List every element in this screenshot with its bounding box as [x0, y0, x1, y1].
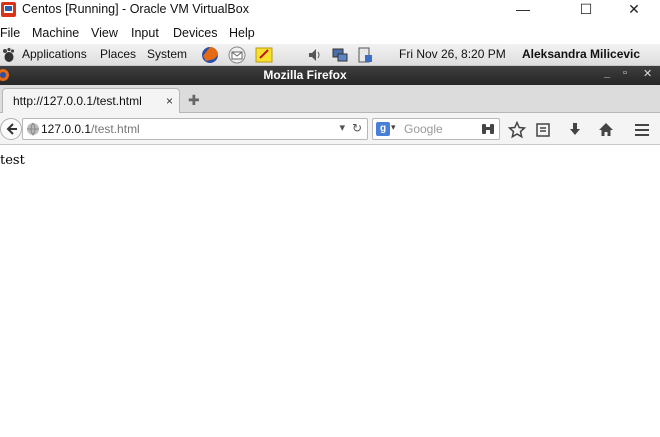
back-arrow-icon	[6, 123, 17, 135]
back-button[interactable]	[0, 118, 22, 140]
bookmarks-menu-icon[interactable]	[534, 121, 552, 139]
search-binoculars-icon[interactable]	[480, 121, 496, 137]
search-bar[interactable]: g ▾ Google	[372, 118, 500, 140]
update-notifier-icon[interactable]	[356, 46, 374, 64]
navigation-toolbar: 127.0.0.1/test.html ▾ ↻ g ▾ Google	[0, 113, 660, 145]
url-path: /test.html	[91, 122, 140, 136]
menu-hamburger-icon[interactable]	[633, 121, 651, 139]
notes-launcher-icon[interactable]	[255, 46, 273, 64]
url-text[interactable]: 127.0.0.1/test.html	[41, 122, 140, 136]
ff-minimize-button[interactable]: _	[604, 67, 610, 79]
menu-view[interactable]: View	[91, 26, 118, 40]
bookmark-star-icon[interactable]	[508, 121, 526, 139]
google-engine-icon[interactable]: g	[376, 122, 390, 136]
menu-help[interactable]: Help	[229, 26, 255, 40]
menu-devices[interactable]: Devices	[173, 26, 217, 40]
mail-launcher-icon[interactable]	[228, 46, 246, 64]
menu-input[interactable]: Input	[131, 26, 159, 40]
applications-menu[interactable]: Applications	[22, 47, 87, 61]
downloads-icon[interactable]	[566, 121, 584, 139]
reload-icon[interactable]: ↻	[352, 121, 362, 135]
firefox-title-bar: Mozilla Firefox _ ▫ ✕	[0, 66, 660, 85]
maximize-button[interactable]: ☐	[566, 0, 606, 20]
globe-icon	[27, 122, 39, 136]
tab-label: http://127.0.0.1/test.html	[13, 94, 142, 108]
tab-test-html[interactable]: http://127.0.0.1/test.html ×	[2, 88, 180, 114]
new-tab-button[interactable]: ✚	[188, 92, 200, 109]
page-content: test	[0, 146, 660, 437]
url-history-dropdown-icon[interactable]: ▾	[339, 121, 345, 134]
clock-display[interactable]: Fri Nov 26, 8:20 PM	[399, 47, 506, 61]
close-button[interactable]: ✕	[614, 0, 654, 20]
ff-close-button[interactable]: ✕	[643, 67, 652, 80]
tab-strip: http://127.0.0.1/test.html × ✚	[0, 85, 660, 114]
network-icon[interactable]	[331, 46, 349, 64]
tab-close-icon[interactable]: ×	[166, 94, 173, 108]
volume-icon[interactable]	[306, 46, 324, 64]
virtualbox-icon	[1, 2, 16, 17]
gnome-foot-icon	[3, 47, 15, 62]
url-bar[interactable]: 127.0.0.1/test.html ▾ ↻	[22, 118, 368, 140]
page-body-text: test	[0, 153, 25, 168]
places-menu[interactable]: Places	[100, 47, 136, 61]
firefox-launcher-icon[interactable]	[201, 46, 219, 64]
ff-maximize-button[interactable]: ▫	[623, 67, 627, 79]
user-name[interactable]: Aleksandra Milicevic	[522, 47, 640, 61]
home-icon[interactable]	[597, 121, 615, 139]
host-window-title: Centos [Running] - Oracle VM VirtualBox	[22, 2, 249, 16]
menu-file[interactable]: File	[0, 26, 20, 40]
gnome-top-panel: Applications Places System Fri Nov 26, 8…	[0, 44, 660, 66]
url-host: 127.0.0.1	[41, 122, 92, 136]
host-title-bar: Centos [Running] - Oracle VM VirtualBox …	[0, 0, 660, 20]
search-placeholder: Google	[404, 122, 443, 136]
minimize-button[interactable]: —	[503, 0, 543, 20]
firefox-window-title: Mozilla Firefox	[263, 68, 347, 82]
engine-dropdown-icon[interactable]: ▾	[391, 122, 396, 133]
vbox-menu-bar: File Machine View Input Devices Help	[0, 24, 660, 44]
menu-machine[interactable]: Machine	[32, 26, 79, 40]
system-menu[interactable]: System	[147, 47, 187, 61]
